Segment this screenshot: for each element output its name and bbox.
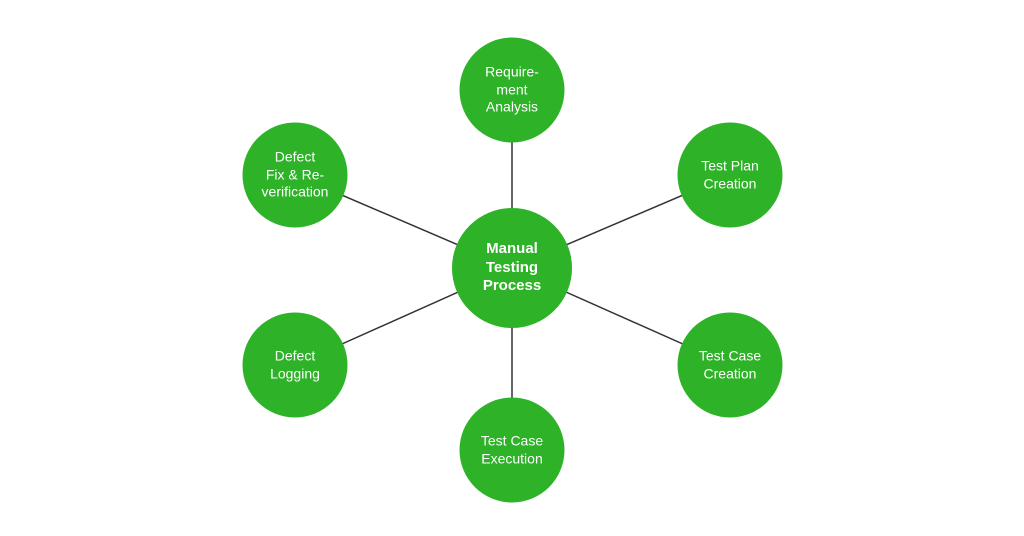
node-test-case-creation: Test Case Creation [678,313,783,418]
node-requirement-analysis: Require- ment Analysis [460,38,565,143]
center-node: Manual Testing Process [452,208,572,328]
node-defect-logging: Defect Logging [243,313,348,418]
diagram-container: Manual Testing Process Require- ment Anal… [0,0,1024,536]
node-test-case-execution: Test Case Execution [460,398,565,503]
node-test-plan-creation: Test Plan Creation [678,123,783,228]
node-defect-fix-reverification: Defect Fix & Re- verification [243,123,348,228]
